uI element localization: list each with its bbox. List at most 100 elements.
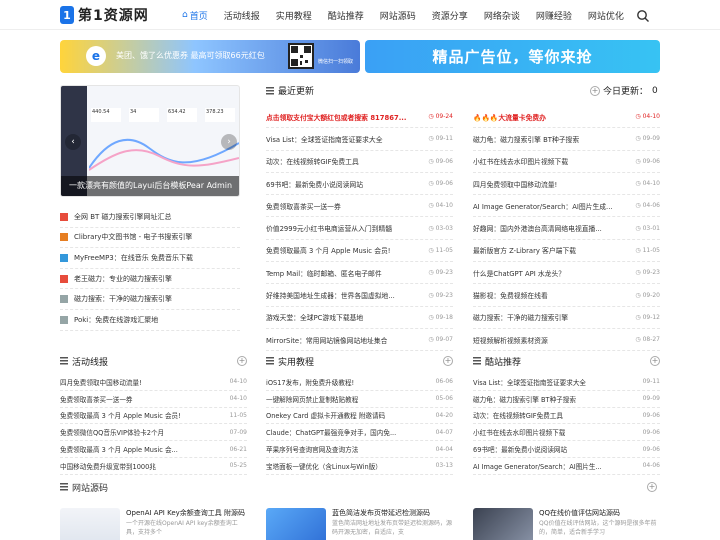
clock-icon: ◷ <box>635 246 641 254</box>
section-item[interactable]: 免费领取最高 3 个月 Apple Music 会... 06-21 <box>60 441 247 458</box>
qr-caption: 微信扫一扫领取 <box>318 59 354 65</box>
ad-banner-coupon[interactable]: e 美团、饿了么优惠券 最高可领取66元红包 微信扫一扫领取 <box>60 40 360 73</box>
recent-item-date: ◷ 11-05 <box>428 247 453 254</box>
clock-icon: ◷ <box>428 135 434 143</box>
clock-icon: ◷ <box>635 113 641 121</box>
recent-item[interactable]: 动次：在线视频转GIF免费工具 ◷ 09-06 <box>266 151 453 173</box>
more-plus-icon[interactable]: + <box>647 482 657 492</box>
section-item[interactable]: Claude：ChatGPT最强竞争对手，国内免... 04-07 <box>266 424 453 442</box>
search-button[interactable] <box>636 8 650 22</box>
section-item[interactable]: iOS17发布，附免费升级教程! 06-06 <box>266 374 453 391</box>
nav-resources[interactable]: 资源分享 <box>424 0 476 30</box>
recent-item-title: 磁力龟：磁力搜索引擎 BT种子搜索 <box>473 135 580 144</box>
nav-talk[interactable]: 网络杂谈 <box>476 0 528 30</box>
recent-item[interactable]: 游戏天堂：全球PC游戏下载基地 ◷ 09-18 <box>266 307 453 329</box>
site-logo[interactable]: 1 第1资源网 <box>60 5 149 25</box>
recent-item[interactable]: 🔥🔥🔥大流量卡免费办 ◷ 04-10 <box>473 106 660 129</box>
recent-item[interactable]: 最新版官方 Z-Library 客户端下载 ◷ 11-05 <box>473 240 660 263</box>
list-item[interactable]: Poki：免费在线游戏汇聚地 <box>60 310 240 331</box>
section-item-title: 69书吧：最新免费小说阅读网站 <box>473 446 568 455</box>
nav-source-code[interactable]: 网站源码 <box>372 0 424 30</box>
clock-icon: ◷ <box>428 291 434 299</box>
recent-item-date: ◷ 09-06 <box>635 158 660 165</box>
section-item[interactable]: 69书吧：最新免费小说阅读网站 09-06 <box>473 441 660 458</box>
recent-item[interactable]: 免费领取最高 3 个月 Apple Music 会员! ◷ 11-05 <box>266 240 453 263</box>
recent-item[interactable]: 磁力龟：磁力搜索引擎 BT种子搜索 ◷ 09-09 <box>473 128 660 151</box>
date-value: 09-23 <box>435 291 453 299</box>
list-item[interactable]: MyFreeMP3：在线音乐 免费音乐下载 <box>60 248 240 269</box>
recent-item[interactable]: 什么是ChatGPT API 水龙头？ ◷ 09-23 <box>473 262 660 285</box>
recent-item-date: ◷ 09-23 <box>428 292 453 299</box>
nav-cool-sites[interactable]: 酷站推荐 <box>320 0 372 30</box>
section-item[interactable]: 小红书在线去水印图片视频下载 09-06 <box>473 424 660 442</box>
today-label: 今日更新： <box>603 87 649 97</box>
section-item[interactable]: 免费领取喜茶买一送一券 04-10 <box>60 391 247 408</box>
nav-tutorials[interactable]: 实用教程 <box>268 0 320 30</box>
recent-item[interactable]: 好趣网：国内外港澳台高清网络电视直播... ◷ 03-01 <box>473 217 660 240</box>
plus-icon[interactable]: + <box>590 85 600 96</box>
list-thumb <box>60 315 68 324</box>
section-item[interactable]: Visa List：全球签证指南签证要求大全 09-11 <box>473 374 660 391</box>
section-item[interactable]: 动次：在线视频转GIF免费工具 09-06 <box>473 408 660 425</box>
list-item[interactable]: 磁力搜索：干净的磁力搜索引擎 <box>60 289 240 310</box>
recent-column-2: 🔥🔥🔥大流量卡免费办 ◷ 04-10 磁力龟：磁力搜索引擎 BT种子搜索 ◷ 09-09 小… <box>473 106 660 352</box>
code-card[interactable]: QQ在线价值评估网站源码 QQ价值在线评估网站，这个源码是很多年前的，简单，适合… <box>473 505 663 540</box>
recent-item[interactable]: 磁力搜索：干净的磁力搜索引擎 ◷ 09-12 <box>473 307 660 329</box>
slide-stat: 34 <box>129 108 159 122</box>
recent-item[interactable]: 小红书在线去水印图片视频下载 ◷ 09-06 <box>473 151 660 173</box>
section-item[interactable]: 苹果序列号查询官网及查询方法 04-04 <box>266 441 453 458</box>
slider-next-button[interactable]: › <box>221 134 237 150</box>
section-item[interactable]: Onekey Card 虚拟卡开通教程 附邀请码 04-20 <box>266 408 453 425</box>
date-value: 04-06 <box>642 202 660 210</box>
ad-banner-placeholder[interactable]: 精品广告位，等你来抢 <box>365 40 660 73</box>
more-plus-icon[interactable]: + <box>650 356 660 366</box>
recent-item[interactable]: 猫影视：免费视频在线看 ◷ 09-20 <box>473 284 660 307</box>
code-card[interactable]: 蓝色简洁发布页带延迟检测源码 蓝色简洁网址地址发布页带延迟检测源码，源码开源无加… <box>266 505 456 540</box>
recent-item[interactable]: 点击领取支付宝大额红包或者搜索 817867... ◷ 09-24 <box>266 106 453 129</box>
section-item[interactable]: AI Image Generator/Search：AI图片生... 04-06 <box>473 458 660 475</box>
list-item[interactable]: Clibrary中文图书馆 - 电子书搜索引擎 <box>60 228 240 249</box>
recent-item[interactable]: 69书吧：最新免费小说阅读网站 ◷ 09-06 <box>266 173 453 196</box>
nav-activity[interactable]: 活动线报 <box>216 0 268 30</box>
section-item[interactable]: 一键解除网页禁止复制粘贴教程 05-06 <box>266 391 453 408</box>
section-item[interactable]: 免费领微信QQ音乐VIP体验卡2个月 07-09 <box>60 424 247 442</box>
slider-prev-button[interactable]: ‹ <box>65 134 81 150</box>
code-card[interactable]: OpenAI API Key余额查询工具 附源码 一个开源在线OpenAI AP… <box>60 505 250 540</box>
recent-item[interactable]: 短视频解析视频素材资源 ◷ 08-27 <box>473 329 660 352</box>
section-item[interactable]: 四月免费领取中国移动流量! 04-10 <box>60 374 247 391</box>
recent-item[interactable]: Temp Mail：临时邮箱、匿名电子邮件 ◷ 09-23 <box>266 262 453 285</box>
recent-item[interactable]: 四月免费领取中国移动流量! ◷ 04-10 <box>473 173 660 196</box>
recent-item-title: 免费领取最高 3 个月 Apple Music 会员! <box>266 247 391 256</box>
nav-earning[interactable]: 网赚经验 <box>528 0 580 30</box>
recent-item-title: 点击领取支付宝大额红包或者搜索 817867... <box>266 113 407 122</box>
slide-image-chart <box>89 138 239 171</box>
recent-item[interactable]: 价值2999元小红书电商运营从入门到精髓 ◷ 03-03 <box>266 217 453 240</box>
slide-caption[interactable]: 一款漂亮有颜值的Layui后台模板Pear Admin <box>61 176 239 196</box>
list-item[interactable]: 老王磁力：专业的磁力搜索引擎 <box>60 269 240 290</box>
section-item-date: 04-06 <box>642 462 660 470</box>
section-item[interactable]: 宝塔面板一键优化（含Linux与Win版） 03-13 <box>266 458 453 475</box>
recent-item[interactable]: AI Image Generator/Search：AI图片生成... ◷ 04-0… <box>473 195 660 218</box>
nav-seo[interactable]: 网站优化 <box>580 0 632 30</box>
section-item-title: 小红书在线去水印图片视频下载 <box>473 429 566 438</box>
more-plus-icon[interactable]: + <box>443 356 453 366</box>
section-item[interactable]: 免费领取最高 3 个月 Apple Music 会员! 11-05 <box>60 408 247 425</box>
more-plus-icon[interactable]: + <box>237 356 247 366</box>
list-item[interactable]: 全网 BT 磁力搜索引擎网址汇总 <box>60 207 240 228</box>
section-item-title: 中国移动免费升级宽带到1000兆 <box>60 462 156 471</box>
nav-home[interactable]: ⌂ 首页 <box>174 0 216 30</box>
section-title: 酷站推荐 <box>485 357 522 368</box>
recent-item[interactable]: 免费领取喜茶买一送一券 ◷ 04-10 <box>266 195 453 218</box>
recent-item[interactable]: MirrorSite：常用网站镜像网站地址集合 ◷ 09-07 <box>266 329 453 352</box>
featured-slider[interactable]: 440.54 34 634.42 378.23 ‹ › 一款漂亮有颜值的Layu… <box>60 85 240 197</box>
recent-item-title: 什么是ChatGPT API 水龙头？ <box>473 269 566 278</box>
recent-item[interactable]: 好维持美国地址生成器：世界各国虚拟地... ◷ 09-23 <box>266 284 453 307</box>
clock-icon: ◷ <box>428 269 434 277</box>
section-item-date: 11-05 <box>229 411 247 419</box>
section-item[interactable]: 中国移动免费升级宽带到1000兆 05-25 <box>60 458 247 475</box>
recent-item[interactable]: Visa List：全球签证指南签证要求大全 ◷ 09-11 <box>266 128 453 151</box>
section-item-date: 03-13 <box>435 462 453 470</box>
section-item[interactable]: 磁力龟：磁力搜索引擎 BT种子搜索 09-09 <box>473 391 660 408</box>
section-item-date: 07-09 <box>229 428 247 436</box>
hot-list: 全网 BT 磁力搜索引擎网址汇总 Clibrary中文图书馆 - 电子书搜索引擎… <box>60 207 240 331</box>
